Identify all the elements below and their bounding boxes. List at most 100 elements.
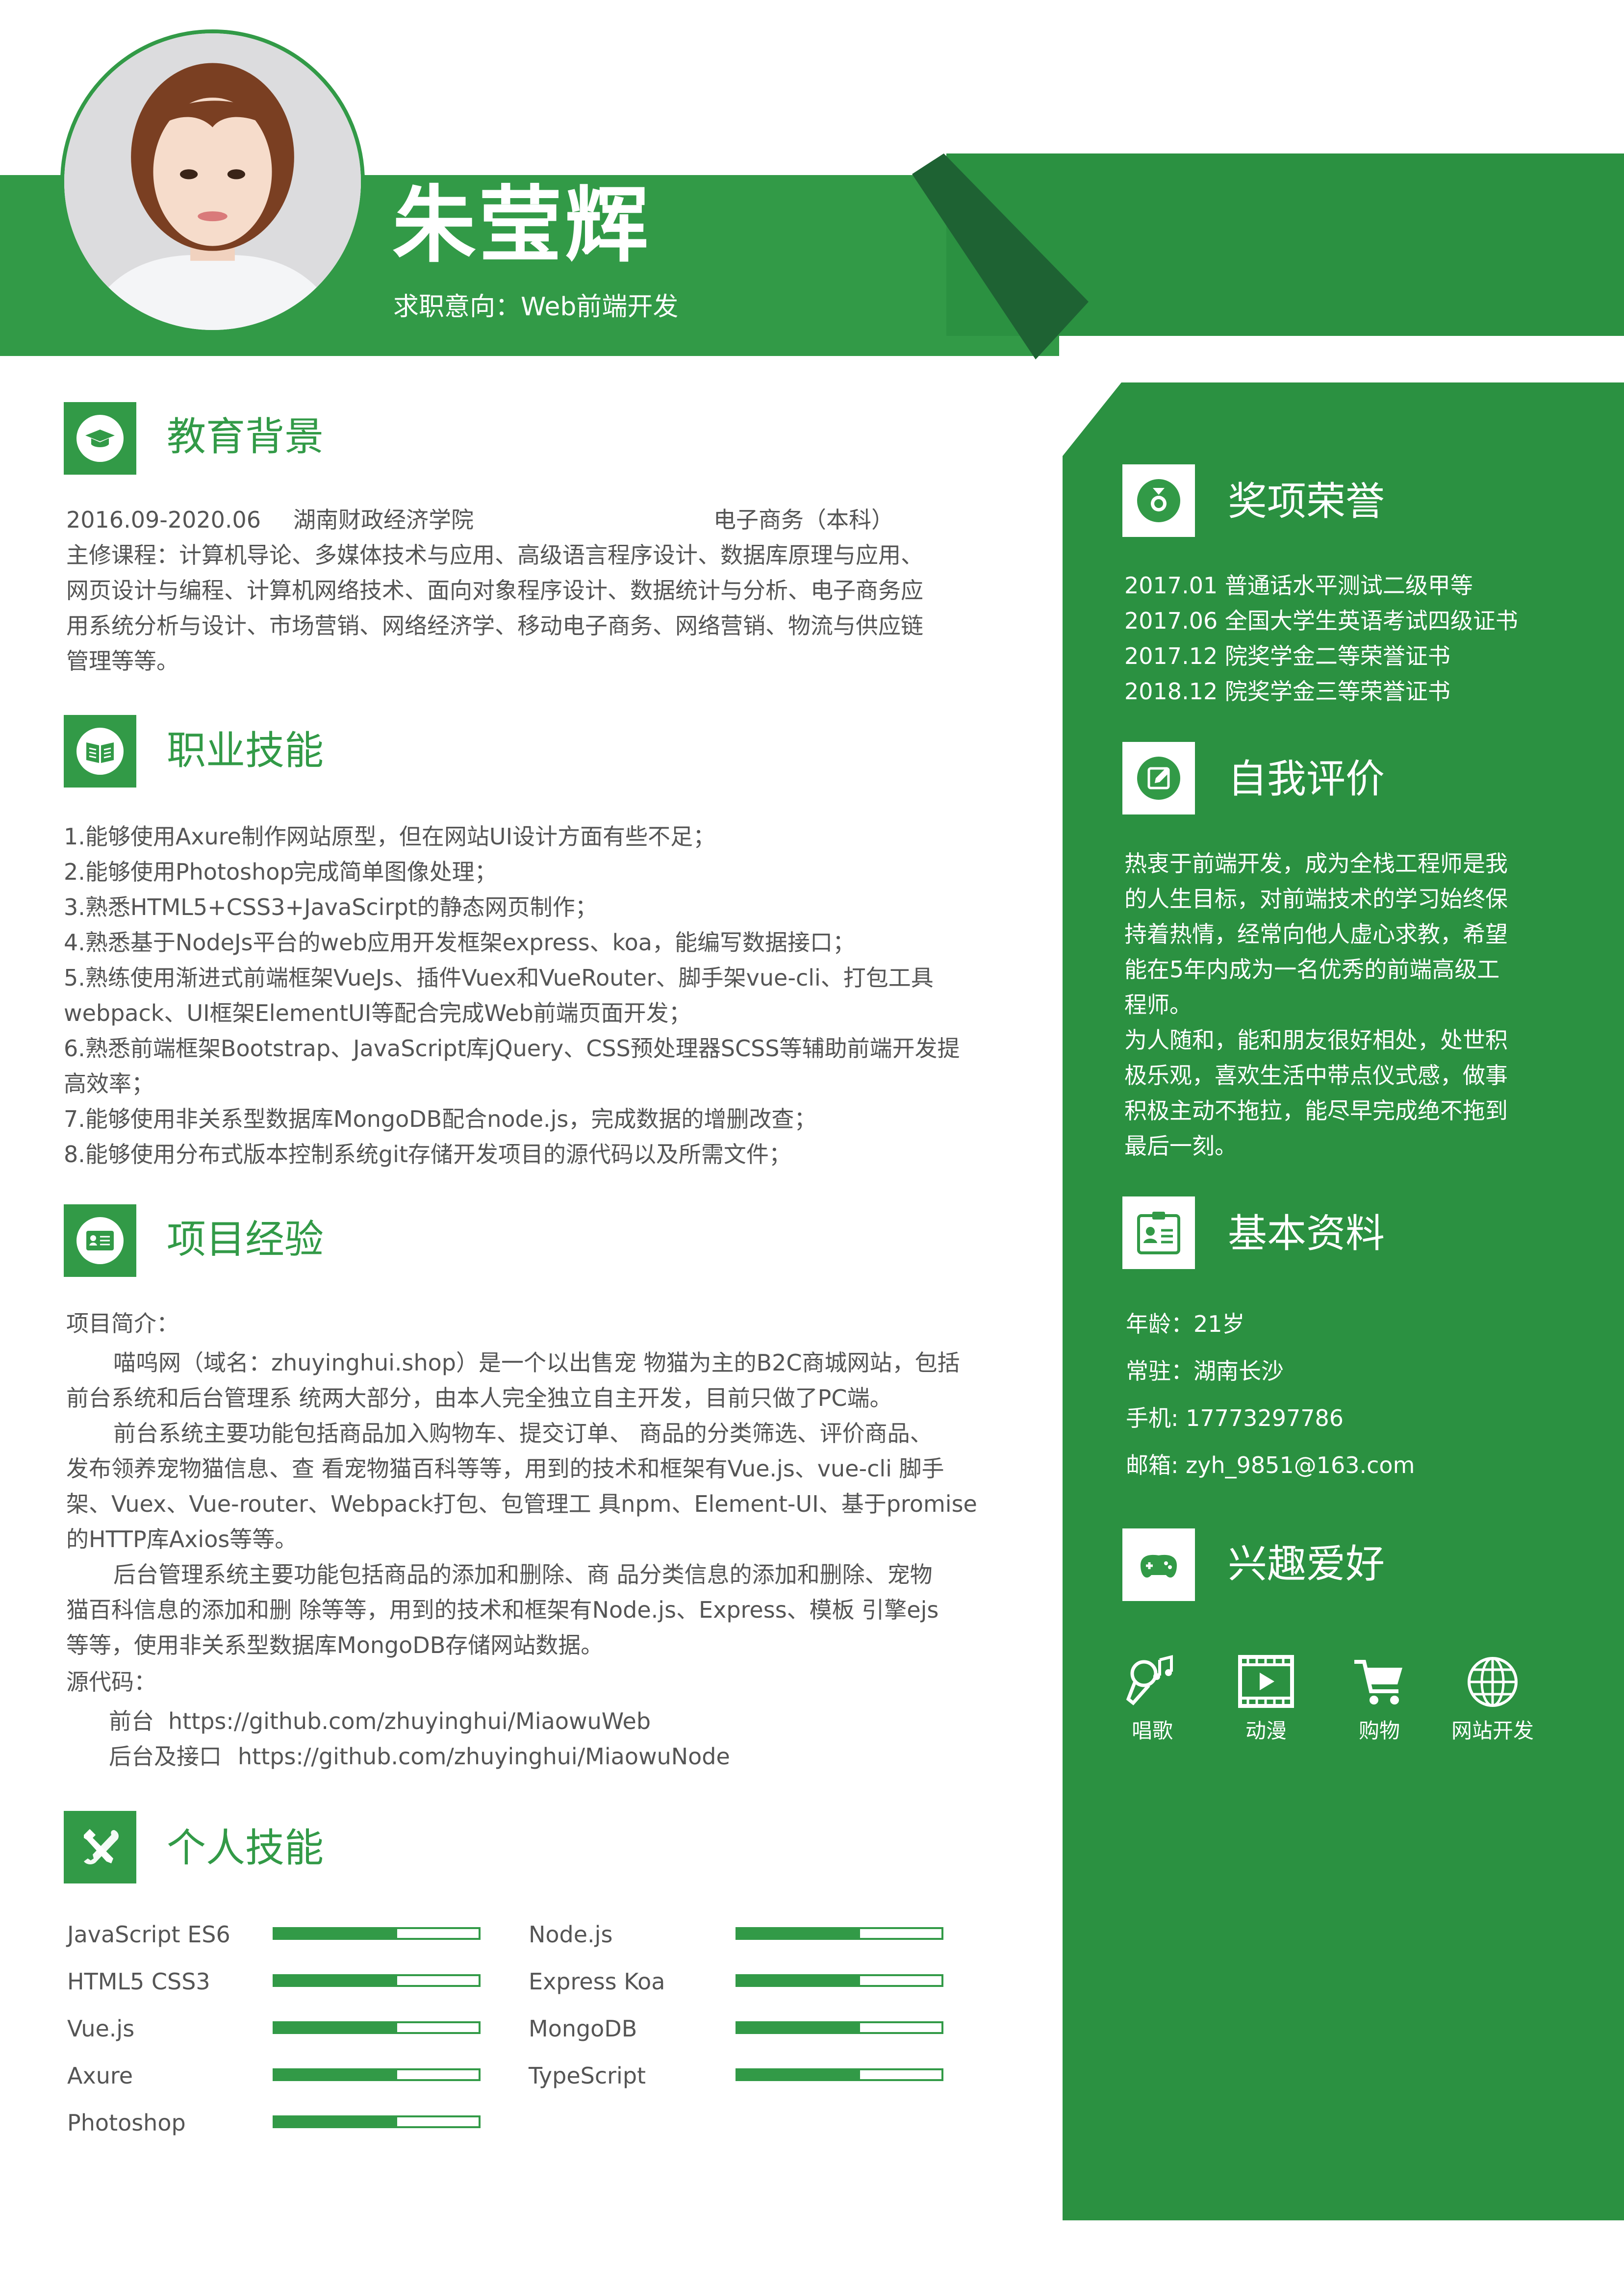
project-description: 喵呜网（域名：zhuyinghui.shop）是一个以出售宠 物猫为主的B2C商…	[66, 1345, 998, 1663]
hobby-shopping: 购物	[1335, 1650, 1423, 1741]
skill-line: 8.能够使用分布式版本控制系统git存储开发项目的源代码以及所需文件；	[64, 1141, 791, 1168]
skill-line: webpack、UI框架ElementUI等配合完成Web前端页面开发；	[64, 1000, 691, 1026]
skill-name: Express Koa	[529, 1968, 665, 1995]
skill-name: MongoDB	[529, 2015, 637, 2042]
skill-line: 4.熟悉基于NodeJs平台的web应用开发框架express、koa，能编写数…	[64, 929, 855, 956]
contact-card-icon	[1122, 1196, 1195, 1269]
avatar-photo	[64, 33, 361, 330]
skill-level-bar	[273, 1974, 481, 1987]
skill-name: TypeScript	[529, 2062, 646, 2089]
project-line: 后台管理系统主要功能包括商品的添加和删除、商 品分类信息的添加和删除、宠物	[113, 1561, 933, 1588]
self-evaluation-text: 热衷于前端开发，成为全栈工程师是我 的人生目标，对前端技术的学习始终保 持着热情…	[1124, 846, 1595, 1164]
skill-name: Photoshop	[67, 2110, 186, 2136]
projects-title: 项目经验	[167, 1217, 324, 1262]
skill-level-bar	[736, 2021, 943, 2034]
skill-level-fill	[275, 1929, 397, 1938]
skill-name: JavaScript ES6	[67, 1921, 230, 1948]
microphone-icon	[1120, 1650, 1184, 1714]
skill-level-fill	[737, 2023, 860, 2032]
education-major: 电子商务（本科）	[713, 507, 894, 533]
project-line: 猫百科信息的添加和删 除等等，用到的技术和框架有Node.js、Express、…	[66, 1597, 939, 1623]
hobby-anime: 动漫	[1222, 1650, 1310, 1741]
tools-icon	[64, 1811, 136, 1883]
medal-icon	[1122, 464, 1195, 537]
skill-level-bar	[736, 2068, 943, 2081]
avatar	[60, 29, 365, 334]
course-line: 管理等等。	[66, 648, 179, 674]
skill-level-fill	[737, 2070, 860, 2079]
skill-level-fill	[737, 1929, 860, 1938]
skill-level-bar	[273, 1927, 481, 1940]
award-item: 2018.12 院奖学金三等荣誉证书	[1124, 678, 1450, 705]
hobby-singing: 唱歌	[1108, 1650, 1196, 1741]
skill-level-fill	[275, 2070, 397, 2079]
source-code-label: 源代码：	[66, 1669, 156, 1695]
edit-icon	[1122, 742, 1195, 814]
skill-line: 3.熟悉HTML5+CSS3+JavaScirpt的静态网页制作；	[64, 894, 598, 920]
skill-line: 5.熟练使用渐进式前端框架VueJs、插件Vuex和VueRouter、脚手架v…	[64, 965, 934, 991]
project-line: 的HTTP库Axios等等。	[66, 1526, 298, 1552]
skill-level-fill	[275, 2023, 397, 2032]
candidate-name: 朱莹辉	[392, 177, 652, 274]
hobby-web-dev: 网站开发	[1448, 1650, 1537, 1741]
award-item: 2017.06 全国大学生英语考试四级证书	[1124, 608, 1518, 634]
hobby-label: 网站开发	[1451, 1719, 1534, 1743]
course-line: 网页设计与编程、计算机网络技术、面向对象程序设计、数据统计与分析、电子商务应	[66, 577, 923, 604]
project-intro-label: 项目简介：	[66, 1310, 179, 1337]
skill-line: 高效率；	[64, 1070, 154, 1097]
film-play-icon	[1234, 1650, 1298, 1714]
basic-email: 邮箱: zyh_9851@163.com	[1126, 1452, 1415, 1478]
job-intent: 求职意向：Web前端开发	[393, 292, 679, 322]
skill-level-bar	[736, 1927, 943, 1940]
self-eval-line: 为人随和，能和朋友很好相处，处世积	[1124, 1027, 1508, 1053]
basic-phone: 手机: 17773297786	[1126, 1405, 1344, 1431]
project-line: 前台系统主要功能包括商品加入购物车、提交订单、 商品的分类筛选、评价商品、	[113, 1420, 933, 1447]
graduation-cap-icon	[64, 402, 136, 475]
education-period: 2016.09-2020.06	[66, 507, 261, 533]
awards-list: 2017.01 普通话水平测试二级甲等 2017.06 全国大学生英语考试四级证…	[1124, 568, 1595, 709]
id-card-icon	[64, 1204, 136, 1277]
self-evaluation-title: 自我评价	[1228, 756, 1385, 802]
hobby-label: 动漫	[1245, 1719, 1287, 1743]
project-line: 发布领养宠物猫信息、查 看宠物猫百科等等，用到的技术和框架有Vue.js、vue…	[66, 1455, 944, 1482]
skill-name: Node.js	[529, 1921, 613, 1948]
self-eval-line: 程师。	[1124, 992, 1192, 1018]
education-title: 教育背景	[167, 414, 324, 459]
course-line: 用系统分析与设计、市场营销、网络经济学、移动电子商务、网络营销、物流与供应链	[66, 612, 923, 639]
hobby-label: 购物	[1358, 1719, 1400, 1743]
basic-age: 年龄：21岁	[1126, 1311, 1245, 1337]
hobbies-title: 兴趣爱好	[1228, 1541, 1385, 1587]
awards-title: 奖项荣誉	[1228, 479, 1385, 524]
gamepad-icon	[1122, 1528, 1195, 1601]
award-item: 2017.01 普通话水平测试二级甲等	[1124, 572, 1473, 599]
skill-name: Vue.js	[67, 2015, 135, 2042]
basic-info-title: 基本资料	[1228, 1211, 1385, 1256]
globe-icon	[1461, 1650, 1524, 1714]
front-repo-link[interactable]: https://github.com/zhuyinghui/MiaowuWeb	[168, 1704, 651, 1739]
shopping-cart-icon	[1347, 1650, 1411, 1714]
education-school: 湖南财政经济学院	[293, 507, 474, 533]
back-repo-link[interactable]: https://github.com/zhuyinghui/MiaowuNode	[238, 1739, 730, 1774]
project-line: 等等，使用非关系型数据库MongoDB存储网站数据。	[66, 1632, 604, 1658]
personal-skills-title: 个人技能	[167, 1825, 324, 1871]
skill-level-bar	[736, 1974, 943, 1987]
skill-line: 2.能够使用Photoshop完成简单图像处理；	[64, 859, 497, 885]
skill-level-bar	[273, 2068, 481, 2081]
self-eval-line: 的人生目标，对前端技术的学习始终保	[1124, 886, 1508, 912]
skill-level-bar	[273, 2021, 481, 2034]
self-eval-line: 能在5年内成为一名优秀的前端高级工	[1124, 956, 1500, 983]
book-icon	[64, 715, 136, 788]
self-eval-line: 热衷于前端开发，成为全栈工程师是我	[1124, 850, 1508, 877]
back-label: 后台及接口	[109, 1743, 222, 1770]
course-line: 主修课程：计算机导论、多媒体技术与应用、高级语言程序设计、数据库原理与应用、	[66, 542, 923, 568]
award-item: 2017.12 院奖学金二等荣誉证书	[1124, 643, 1450, 669]
skill-level-fill	[275, 2117, 397, 2126]
skill-line: 7.能够使用非关系型数据库MongoDB配合node.js，完成数据的增删改查；	[64, 1106, 817, 1132]
basic-location: 常驻：湖南长沙	[1126, 1358, 1284, 1384]
education-courses: 主修课程：计算机导论、多媒体技术与应用、高级语言程序设计、数据库原理与应用、 网…	[66, 537, 998, 679]
skill-level-fill	[275, 1976, 397, 1985]
self-eval-line: 持着热情，经常向他人虚心求教，希望	[1124, 921, 1508, 947]
skill-line: 1.能够使用Axure制作网站原型，但在网站UI设计方面有些不足；	[64, 823, 716, 850]
skill-name: Axure	[67, 2062, 133, 2089]
career-skills-list: 1.能够使用Axure制作网站原型，但在网站UI设计方面有些不足； 2.能够使用…	[64, 819, 995, 1172]
